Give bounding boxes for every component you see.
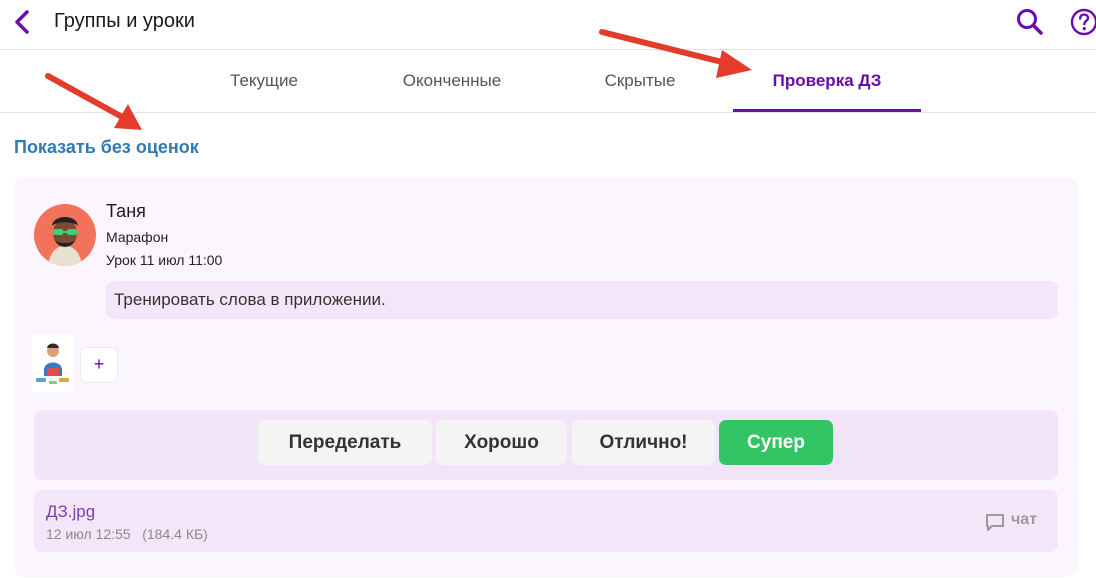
- tab-hidden[interactable]: Скрытые: [572, 51, 708, 112]
- help-circle-icon: [1070, 8, 1096, 36]
- attachment-thumbnail[interactable]: [32, 334, 74, 392]
- file-attachment-row: ДЗ.jpg 12 июл 12:55 (184.4 КБ) чат: [34, 490, 1058, 552]
- grade-redo-button[interactable]: Переделать: [258, 420, 432, 465]
- student-name: Таня: [106, 201, 146, 221]
- avatar: [34, 204, 96, 266]
- file-meta: 12 июл 12:55 (184.4 КБ): [46, 526, 208, 542]
- chat-bubble-icon: [986, 514, 1004, 531]
- tab-bar: Текущие Оконченные Скрытые Проверка ДЗ: [0, 51, 1096, 113]
- chat-label: чат: [1011, 511, 1038, 528]
- grade-super-button[interactable]: Супер: [719, 420, 833, 465]
- lesson-time: Урок 11 июл 11:00: [106, 252, 223, 268]
- search-button[interactable]: [1014, 6, 1046, 38]
- homework-task: Тренировать слова в приложении.: [106, 281, 1058, 319]
- page-title: Группы и уроки: [54, 10, 195, 32]
- group-name: Марафон: [106, 229, 169, 245]
- grade-panel: Переделать Хорошо Отлично! Супер: [34, 410, 1058, 480]
- homework-card: Таня Марафон Урок 11 июл 11:00 Тренирова…: [14, 177, 1078, 577]
- tab-current[interactable]: Текущие: [196, 51, 332, 112]
- add-attachment-button[interactable]: +: [80, 347, 118, 383]
- back-button[interactable]: [10, 6, 36, 38]
- file-name-link[interactable]: ДЗ.jpg: [46, 502, 95, 522]
- grade-excellent-button[interactable]: Отлично!: [572, 420, 715, 465]
- grade-good-button[interactable]: Хорошо: [436, 420, 567, 465]
- show-ungraded-link[interactable]: Показать без оценок: [14, 137, 199, 158]
- app-header: Группы и уроки: [0, 0, 1096, 50]
- tab-finished[interactable]: Оконченные: [376, 51, 528, 112]
- help-button[interactable]: [1068, 6, 1096, 38]
- tab-homework-check[interactable]: Проверка ДЗ: [733, 51, 921, 112]
- search-icon: [1017, 9, 1043, 35]
- chevron-left-icon: [15, 10, 29, 34]
